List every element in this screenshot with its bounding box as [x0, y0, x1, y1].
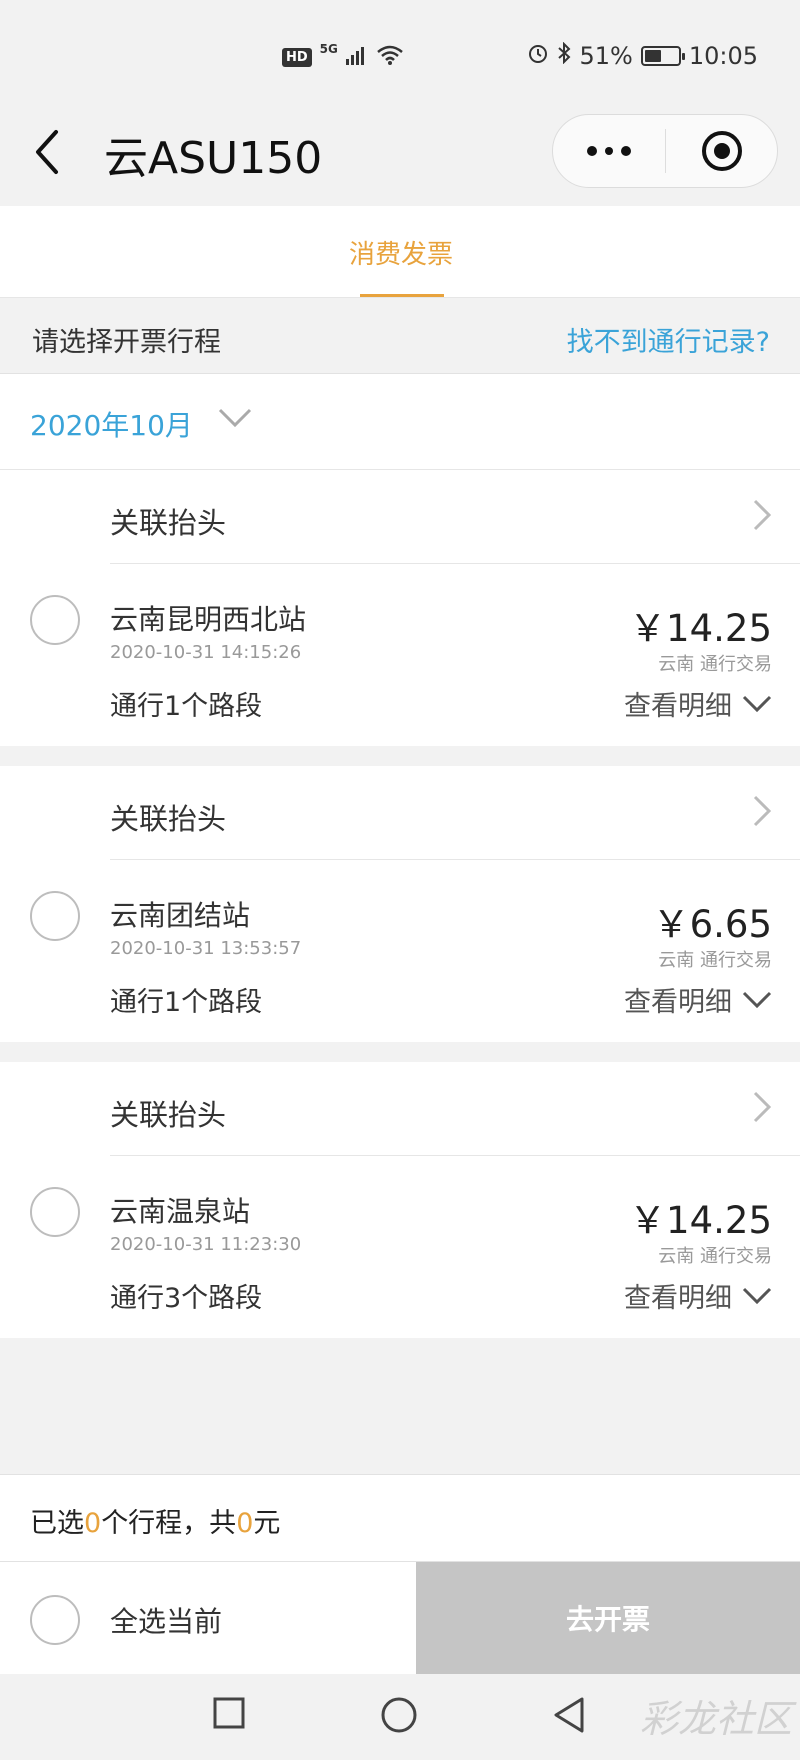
summary-prefix: 已选 — [30, 1508, 84, 1539]
trip-time: 2020-10-31 13:53:57 — [110, 938, 302, 959]
chevron-down-icon — [742, 695, 772, 712]
home-button[interactable] — [380, 1696, 418, 1738]
invoice-title-label: 关联抬头 — [110, 1098, 227, 1132]
tab-active-indicator — [360, 294, 444, 297]
trip-select-radio[interactable] — [30, 1187, 80, 1237]
selected-total: 0 — [236, 1508, 254, 1539]
view-details-label: 查看明细 — [624, 691, 732, 722]
status-right: 51% 10:05 — [527, 41, 758, 70]
invoice-title-row[interactable]: 关联抬头 — [110, 766, 800, 860]
chevron-right-icon — [753, 499, 772, 531]
status-bar: HD 5G 51% 10:05 — [0, 0, 800, 100]
missing-record-link[interactable]: 找不到通行记录? — [567, 320, 770, 359]
page-title: 云ASU150 — [104, 133, 323, 184]
chevron-down-icon — [218, 408, 252, 428]
select-all-label[interactable]: 全选当前 — [110, 1600, 222, 1640]
trip-card: 关联抬头 云南团结站 2020-10-31 13:53:57 通行1个路段 ￥6… — [0, 766, 800, 1042]
trip-amount: ￥14.25 — [629, 607, 772, 650]
tab-consumption-invoice[interactable]: 消费发票 — [340, 234, 462, 271]
view-details-button[interactable]: 查看明细 — [624, 684, 772, 723]
view-details-label: 查看明细 — [624, 987, 732, 1018]
wifi-icon — [376, 44, 404, 70]
trip-amount-note: 云南 通行交易 — [658, 654, 772, 675]
trip-select-radio[interactable] — [30, 595, 80, 645]
bluetooth-icon — [557, 41, 571, 70]
invoice-title-row[interactable]: 关联抬头 — [110, 1062, 800, 1156]
summary-middle: 个行程，共 — [101, 1508, 237, 1539]
summary-text: 已选0个行程，共0元 — [30, 1501, 280, 1540]
hd-badge: HD — [282, 47, 312, 67]
invoice-title-row[interactable]: 关联抬头 — [110, 470, 800, 564]
triangle-back-icon — [554, 1697, 584, 1733]
trip-amount: ￥14.25 — [629, 1199, 772, 1242]
clock: 10:05 — [688, 42, 758, 70]
station-name: 云南团结站 — [110, 899, 251, 932]
circle-icon — [381, 1697, 417, 1733]
battery-percent: 51% — [579, 42, 633, 70]
select-all-radio[interactable] — [30, 1595, 80, 1645]
square-icon — [213, 1697, 245, 1729]
bottom-action-bar: 全选当前 去开票 — [0, 1562, 800, 1674]
selected-count: 0 — [84, 1508, 102, 1539]
trip-amount-note: 云南 通行交易 — [658, 950, 772, 971]
battery-icon — [640, 46, 685, 66]
view-details-button[interactable]: 查看明细 — [624, 980, 772, 1019]
tab-bar: 消费发票 — [0, 206, 800, 298]
signal-icon — [345, 45, 368, 69]
station-name: 云南温泉站 — [110, 1195, 251, 1228]
trip-time: 2020-10-31 14:15:26 — [110, 642, 302, 663]
battery-level-fill — [644, 50, 661, 62]
trip-amount: ￥6.65 — [652, 903, 772, 946]
back-arrow-icon — [36, 130, 58, 174]
invoice-title-label: 关联抬头 — [110, 506, 227, 540]
nav-bar: 云ASU150 — [0, 100, 800, 206]
more-dots-icon — [587, 146, 631, 156]
watermark-logo: 彩龙社区 — [639, 1697, 792, 1741]
segment-count: 通行1个路段 — [110, 987, 263, 1018]
trip-card: 关联抬头 云南昆明西北站 2020-10-31 14:15:26 通行1个路段 … — [0, 470, 800, 746]
chevron-right-icon — [753, 1091, 772, 1123]
chevron-right-icon — [753, 795, 772, 827]
more-button[interactable] — [553, 115, 665, 187]
station-name: 云南昆明西北站 — [110, 603, 307, 636]
alarm-icon — [527, 42, 549, 70]
invoice-title-label: 关联抬头 — [110, 802, 227, 836]
trip-select-radio[interactable] — [30, 891, 80, 941]
trip-amount-note: 云南 通行交易 — [658, 1246, 772, 1267]
recents-button[interactable] — [212, 1696, 246, 1734]
system-back-button[interactable] — [552, 1696, 586, 1738]
issue-invoice-button[interactable]: 去开票 — [416, 1562, 800, 1674]
mini-program-capsule — [552, 114, 778, 188]
section-title: 请选择开票行程 — [32, 327, 221, 358]
trip-card: 关联抬头 云南温泉站 2020-10-31 11:23:30 通行3个路段 ￥1… — [0, 1062, 800, 1338]
back-button[interactable] — [32, 128, 72, 178]
summary-suffix: 元 — [253, 1508, 281, 1539]
status-left: HD 5G — [282, 42, 404, 70]
chevron-down-icon — [742, 1287, 772, 1304]
network-label: 5G — [319, 42, 338, 56]
section-header: 请选择开票行程 找不到通行记录? — [0, 298, 800, 374]
view-details-label: 查看明细 — [624, 1283, 732, 1314]
view-details-button[interactable]: 查看明细 — [624, 1276, 772, 1315]
trip-time: 2020-10-31 11:23:30 — [110, 1234, 302, 1255]
close-mini-program-button[interactable] — [666, 115, 777, 187]
month-value: 2020年10月 — [30, 409, 193, 442]
segment-count: 通行3个路段 — [110, 1283, 263, 1314]
selection-summary: 已选0个行程，共0元 — [0, 1474, 800, 1562]
segment-count: 通行1个路段 — [110, 691, 263, 722]
close-target-icon — [701, 131, 742, 171]
month-selector[interactable]: 2020年10月 — [0, 374, 800, 470]
chevron-down-icon — [742, 991, 772, 1008]
